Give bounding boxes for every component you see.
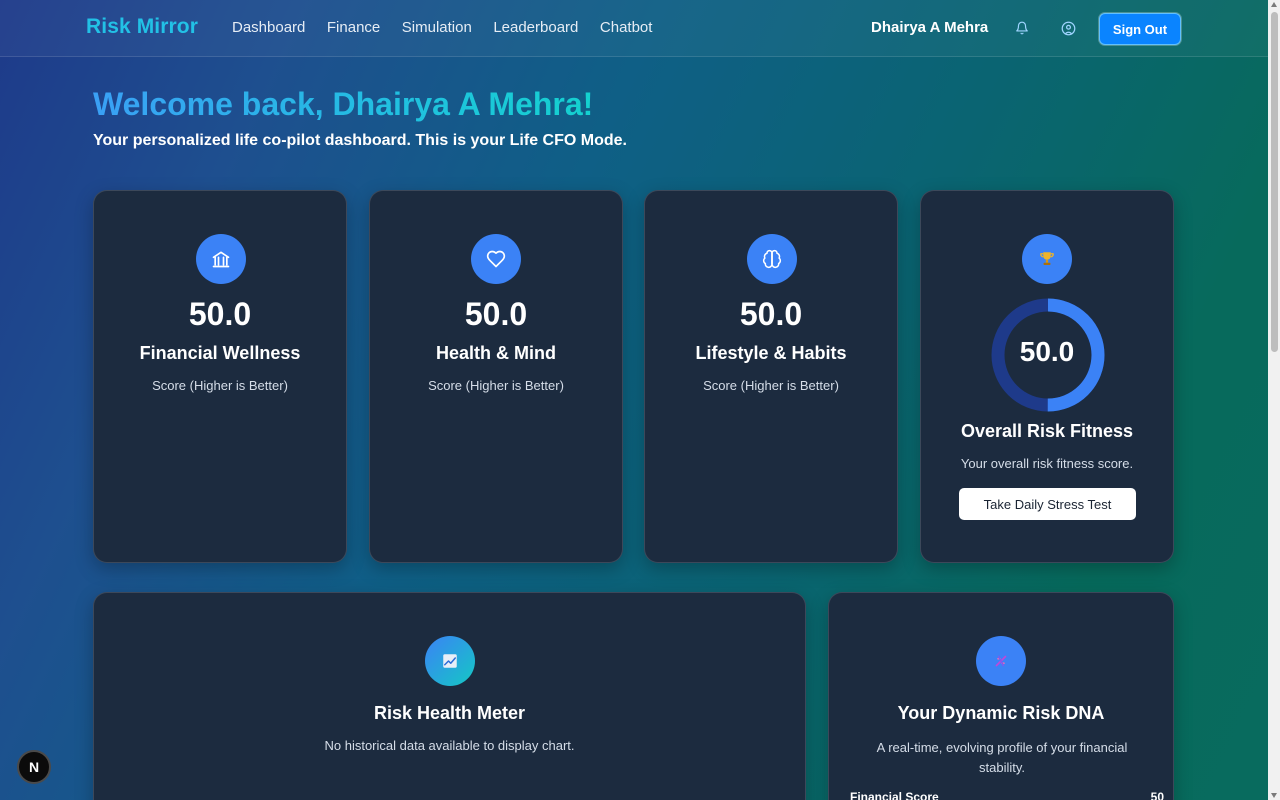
nav-link-leaderboard[interactable]: Leaderboard	[493, 19, 578, 36]
dna-icon	[976, 636, 1026, 686]
nav-link-dashboard[interactable]: Dashboard	[232, 19, 305, 36]
card-risk-health-meter: Risk Health Meter No historical data ava…	[93, 592, 806, 800]
financial-score: 50.0	[188, 296, 252, 332]
card-risk-dna: Your Dynamic Risk DNA A real-time, evolv…	[828, 592, 1174, 800]
user-circle-icon[interactable]	[1059, 19, 1077, 37]
meter-title: Risk Health Meter	[373, 703, 526, 723]
dna-row-label: Financial Score	[850, 790, 939, 800]
meter-subtitle: No historical data available to display …	[324, 738, 575, 753]
health-subtitle: Score (Higher is Better)	[428, 378, 564, 393]
card-overall-risk-fitness: 50.0 Overall Risk Fitness Your overall r…	[920, 190, 1174, 563]
health-score: 50.0	[464, 296, 528, 332]
dna-subtitle: A real-time, evolving profile of your fi…	[876, 740, 1128, 775]
nav-links: Dashboard Finance Simulation Leaderboard…	[232, 19, 674, 36]
scroll-thumb[interactable]	[1271, 12, 1278, 352]
chart-icon	[425, 636, 475, 686]
health-title: Health & Mind	[436, 343, 556, 363]
bank-icon	[196, 234, 246, 284]
overall-title: Overall Risk Fitness	[960, 421, 1134, 441]
lifestyle-subtitle: Score (Higher is Better)	[703, 378, 839, 393]
dna-row-value: 50	[1150, 790, 1164, 800]
card-financial-wellness: 50.0 Financial Wellness Score (Higher is…	[93, 190, 347, 563]
scroll-down-arrow-icon[interactable]	[1271, 793, 1277, 798]
financial-title: Financial Wellness	[139, 343, 301, 363]
lifestyle-title: Lifestyle & Habits	[695, 343, 847, 363]
dna-financial-score-row: Financial Score 50	[850, 790, 1164, 800]
sign-out-button[interactable]: Sign Out	[1099, 13, 1181, 45]
bell-icon[interactable]	[1013, 19, 1031, 37]
overall-subtitle: Your overall risk fitness score.	[960, 456, 1134, 471]
heart-icon	[471, 234, 521, 284]
card-lifestyle-habits: 50.0 Lifestyle & Habits Score (Higher is…	[644, 190, 898, 563]
page-subtitle: Your personalized life co-pilot dashboar…	[93, 132, 627, 149]
overall-score: 50.0	[1019, 336, 1075, 367]
nav-link-finance[interactable]: Finance	[327, 19, 380, 36]
user-name: Dhairya A Mehra	[871, 19, 989, 36]
welcome-heading: Welcome back, Dhairya A Mehra!	[93, 86, 594, 122]
financial-subtitle: Score (Higher is Better)	[152, 378, 288, 393]
brain-icon	[747, 234, 797, 284]
nav-link-simulation[interactable]: Simulation	[402, 19, 472, 36]
lifestyle-score: 50.0	[739, 296, 803, 332]
nav-link-chatbot[interactable]: Chatbot	[600, 19, 653, 36]
take-stress-test-button[interactable]: Take Daily Stress Test	[959, 488, 1136, 520]
top-navbar: Risk Mirror Dashboard Finance Simulation…	[0, 0, 1268, 57]
page-scrollbar[interactable]	[1268, 0, 1280, 800]
trophy-icon	[1022, 234, 1072, 284]
card-health-mind: 50.0 Health & Mind Score (Higher is Bett…	[369, 190, 623, 563]
dev-badge-icon[interactable]: N	[17, 750, 51, 784]
dna-title: Your Dynamic Risk DNA	[897, 703, 1105, 723]
scroll-up-arrow-icon[interactable]	[1271, 2, 1277, 7]
brand-logo[interactable]: Risk Mirror	[86, 15, 198, 39]
